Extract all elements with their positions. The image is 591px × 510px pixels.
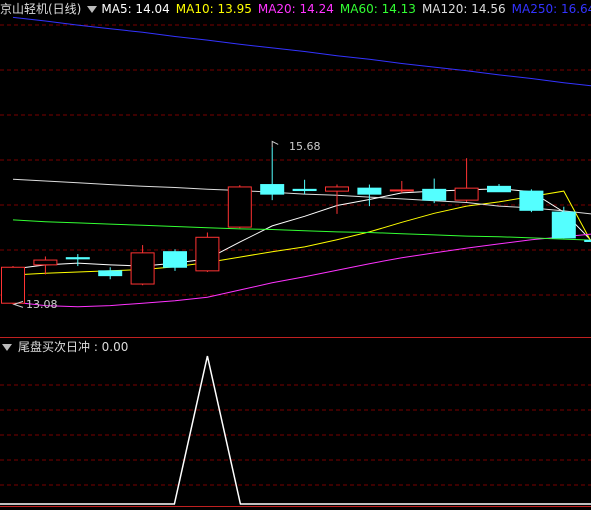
ma-label-4[interactable]: MA120: 14.56 (422, 2, 506, 16)
indicator-header: 尾盘买次日冲 : 0.00 (0, 338, 134, 356)
high-marker-flag (271, 140, 279, 148)
candle-body-up (454, 187, 479, 201)
candle-body-down (422, 188, 447, 201)
high-price-label: 15.68 (289, 140, 321, 153)
candle-body-down (357, 187, 382, 195)
ma-label-3[interactable]: MA60: 14.13 (340, 2, 416, 16)
ma-label-5[interactable]: MA250: 16.64 (512, 2, 591, 16)
candle-body-up (130, 252, 155, 285)
ma-label-0[interactable]: MA5: 14.04 (101, 2, 169, 16)
candle-body-up (1, 266, 25, 304)
candle-body-down (519, 190, 544, 211)
candle-body-down (260, 184, 285, 195)
candle-body-down (65, 257, 90, 260)
candle-body-down (487, 185, 511, 193)
candle-body-up (325, 186, 349, 192)
ma-line-ma250 (12, 16, 591, 87)
candle-body-down (163, 251, 187, 268)
candle-body-up (389, 189, 414, 192)
candle-body-down (584, 239, 591, 242)
ma-line-ma120 (12, 178, 591, 215)
stock-chart-canvas[interactable]: 15.68 13.08 (0, 0, 591, 510)
collapse-icon[interactable] (87, 5, 98, 13)
candle-body-up (33, 259, 58, 266)
candle-body-up (227, 186, 252, 228)
ma-label-2[interactable]: MA20: 14.24 (258, 2, 334, 16)
stock-name[interactable]: 京山轻机(日线) (0, 2, 81, 16)
candle-body-down (98, 270, 123, 277)
candle-body-down (551, 211, 576, 239)
ma-line-ma10 (12, 190, 591, 276)
indicator-label[interactable]: 尾盘买次日冲 : 0.00 (18, 340, 128, 354)
ma-line-ma20 (12, 233, 591, 308)
low-price-label: 13.08 (26, 298, 58, 311)
ma-line-ma60 (12, 219, 591, 241)
candle-body-up (195, 236, 220, 272)
collapse-icon[interactable] (2, 343, 12, 351)
main-chart-header: 京山轻机(日线) MA5: 14.04 MA10: 13.95 MA20: 14.24… (0, 0, 591, 18)
candle-body-down (292, 188, 317, 192)
signal-line (0, 355, 591, 505)
ma-label-1[interactable]: MA10: 13.95 (176, 2, 252, 16)
